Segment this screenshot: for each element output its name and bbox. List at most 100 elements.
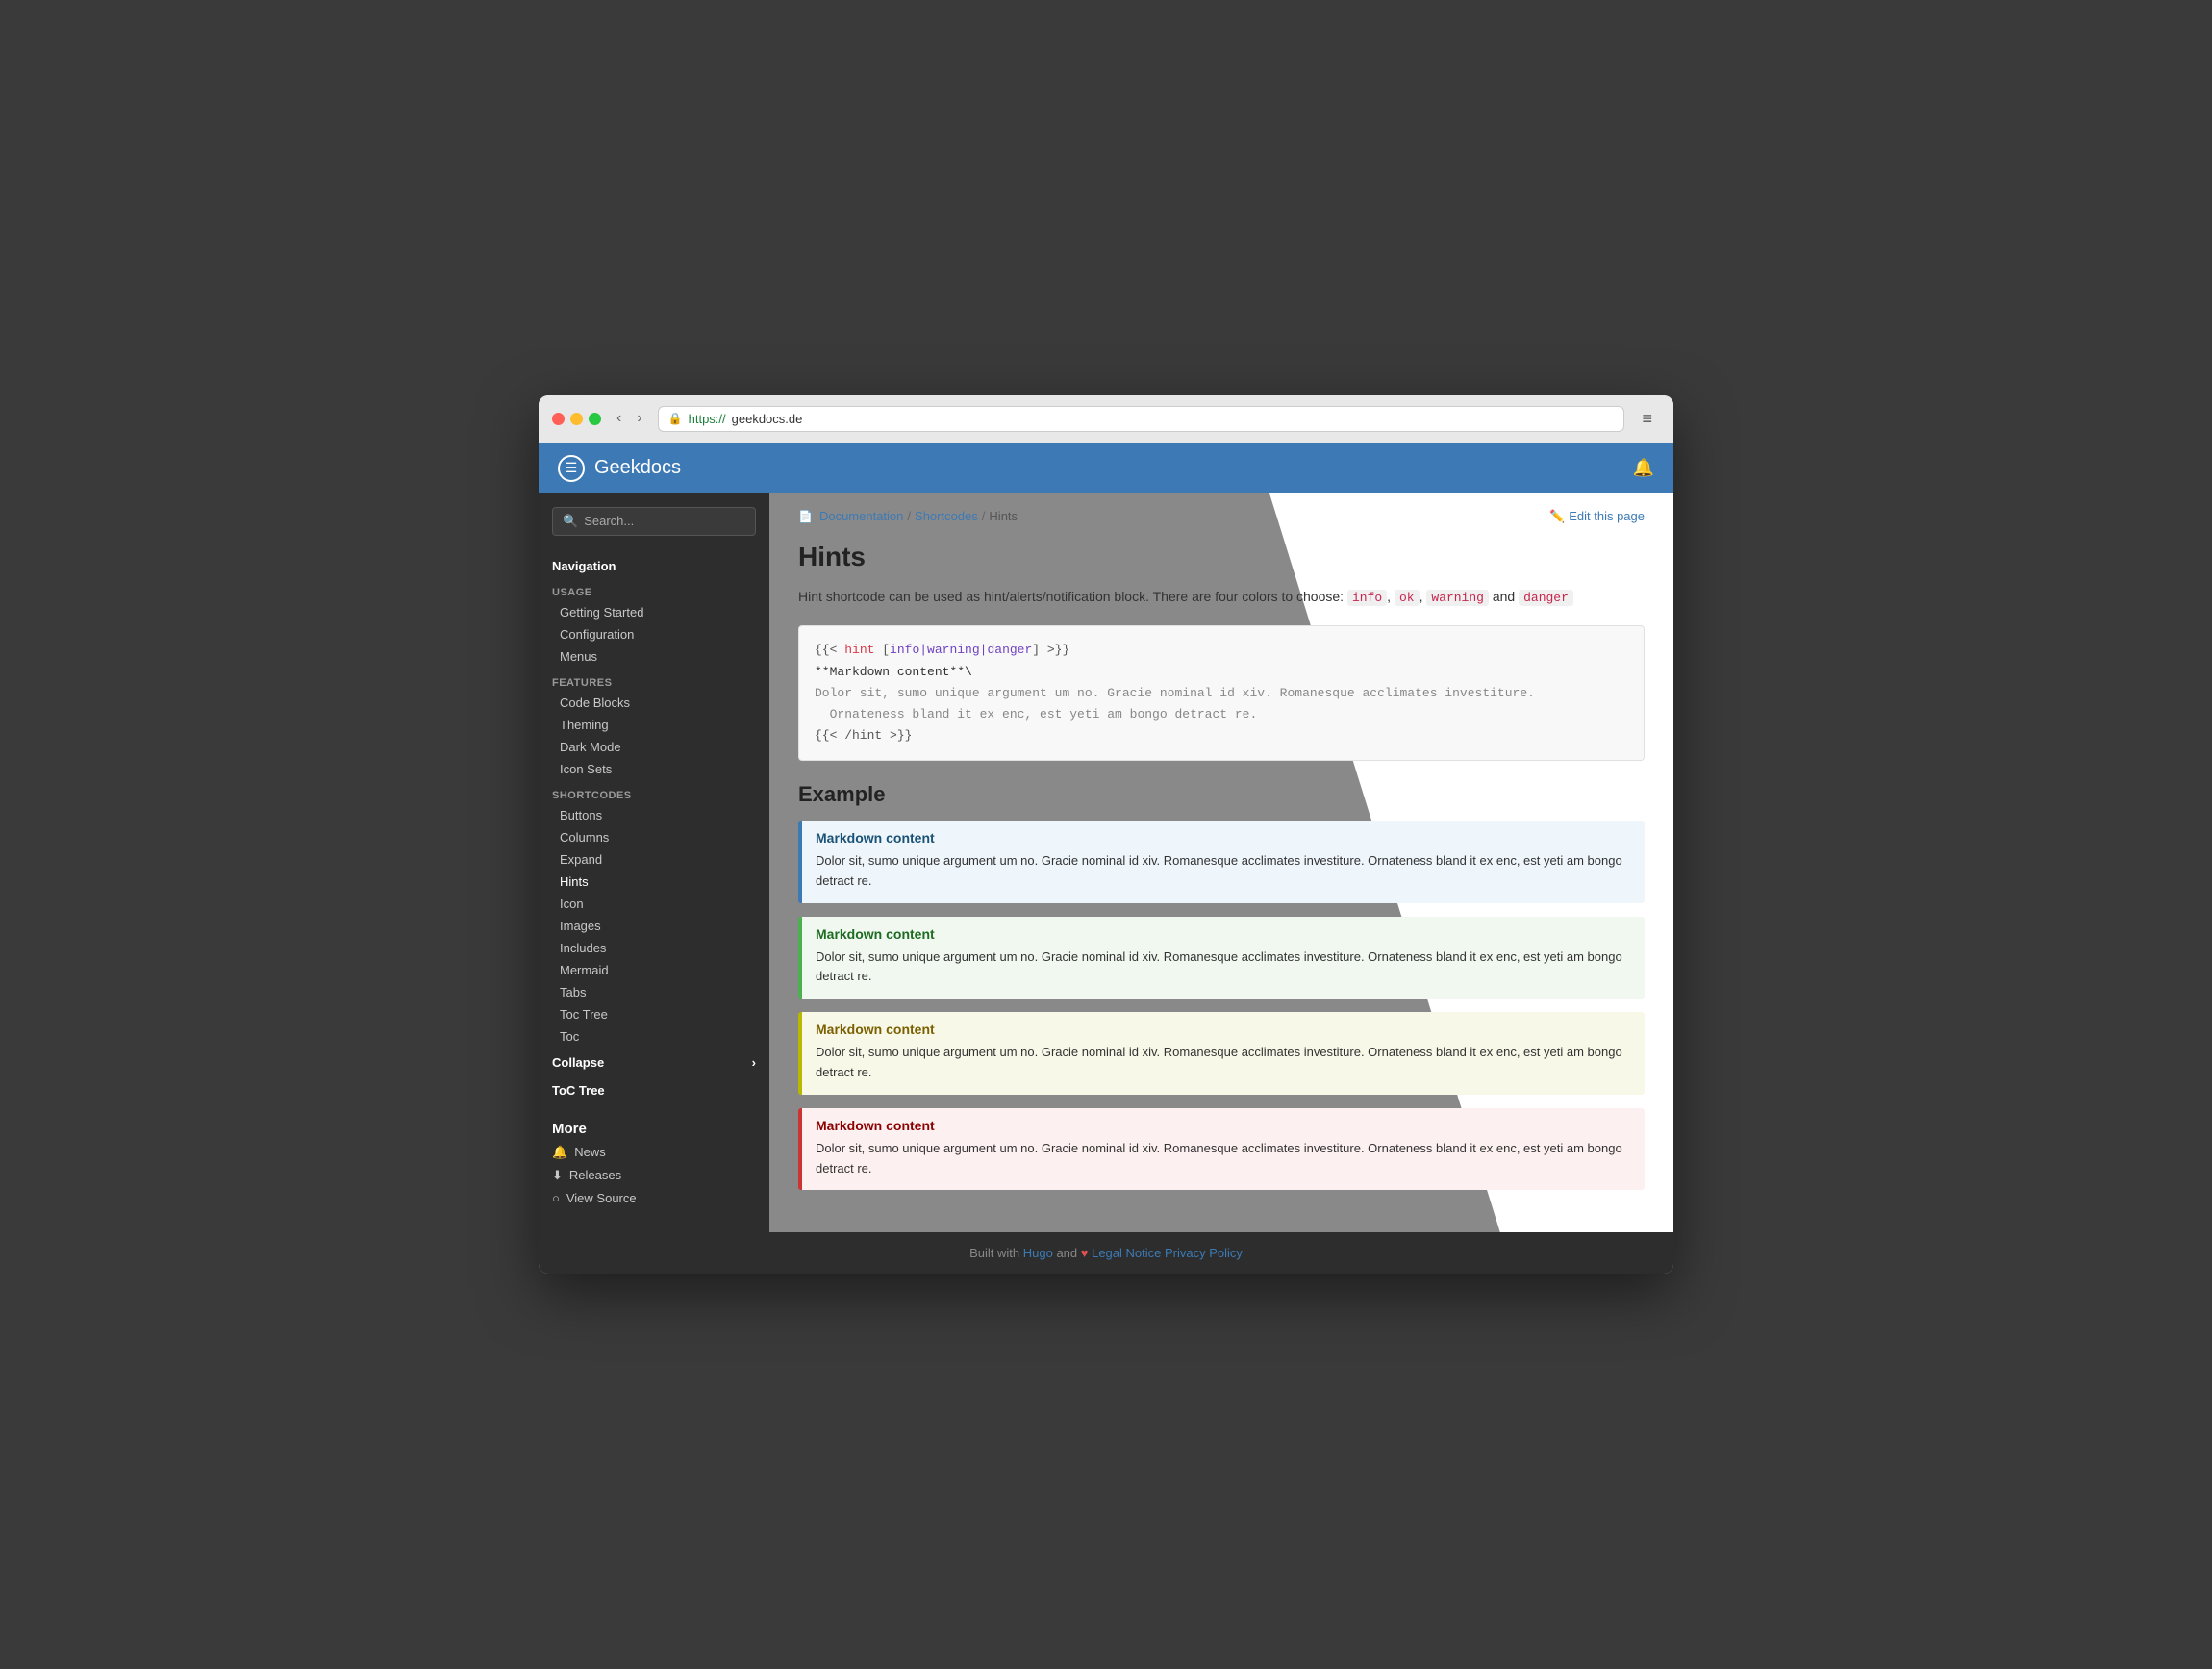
footer-legal-link[interactable]: Legal Notice	[1092, 1246, 1161, 1260]
browser-menu-button[interactable]: ≡	[1634, 405, 1660, 433]
collapse-icon: ›	[752, 1055, 756, 1070]
sidebar-item-toc[interactable]: Toc	[539, 1025, 769, 1048]
page-title: Hints	[798, 542, 1645, 572]
url-https: https://	[689, 412, 726, 426]
sidebar-item-configuration[interactable]: Configuration	[539, 623, 769, 645]
nav-section-title: Navigation	[539, 551, 769, 577]
more-item-view-source[interactable]: ○ View Source	[539, 1187, 769, 1209]
footer-heart-icon: ♥	[1081, 1246, 1089, 1260]
footer-privacy-link[interactable]: Privacy Policy	[1165, 1246, 1243, 1260]
hint-box-warning: Markdown content Dolor sit, sumo unique …	[798, 1012, 1645, 1095]
sidebar-item-columns[interactable]: Columns	[539, 826, 769, 848]
breadcrumb-doc-icon: 📄	[798, 510, 813, 523]
features-group-label: Features	[539, 668, 769, 692]
footer-and: and	[1056, 1246, 1080, 1260]
breadcrumb-current: Hints	[989, 509, 1018, 523]
news-icon: 🔔	[552, 1145, 567, 1160]
logo-icon: ☰	[558, 455, 585, 482]
sidebar-item-code-blocks[interactable]: Code Blocks	[539, 692, 769, 714]
code-line-4: Ornateness bland it ex enc, est yeti am …	[815, 704, 1628, 725]
traffic-light-green[interactable]	[589, 413, 601, 425]
sidebar: 🔍 Search... Navigation Usage Getting Sta…	[539, 493, 769, 1233]
sidebar-item-images[interactable]: Images	[539, 915, 769, 937]
breadcrumb-nav: 📄 Documentation / Shortcodes / Hints	[798, 509, 1018, 523]
sidebar-item-mermaid[interactable]: Mermaid	[539, 959, 769, 981]
search-icon: 🔍	[563, 514, 578, 529]
sidebar-item-icon-sets[interactable]: Icon Sets	[539, 758, 769, 780]
sidebar-item-tabs[interactable]: Tabs	[539, 981, 769, 1003]
shortcodes-group-label: Shortcodes	[539, 780, 769, 804]
more-section: More 🔔 News ⬇ Releases ○ View Source	[539, 1113, 769, 1209]
code-inline-danger: danger	[1519, 590, 1573, 606]
forward-button[interactable]: ›	[631, 408, 647, 429]
edit-page-link[interactable]: ✏️ Edit this page	[1549, 509, 1645, 524]
browser-window: ‹ › 🔒 https:// geekdocs.de ≡ ☰ Geekdocs 🔔…	[539, 395, 1673, 1275]
traffic-light-red[interactable]	[552, 413, 565, 425]
sidebar-toc-tree-section[interactable]: ToC Tree	[539, 1077, 769, 1103]
hint-box-danger-body: Dolor sit, sumo unique argument um no. G…	[802, 1139, 1645, 1191]
breadcrumb-shortcodes[interactable]: Shortcodes	[915, 509, 978, 523]
sidebar-item-icon[interactable]: Icon	[539, 893, 769, 915]
view-source-icon: ○	[552, 1191, 560, 1205]
sidebar-item-expand[interactable]: Expand	[539, 848, 769, 871]
breadcrumb-documentation[interactable]: Documentation	[819, 509, 903, 523]
hint-box-danger-header: Markdown content	[802, 1108, 1645, 1139]
more-title: More	[539, 1113, 769, 1141]
traffic-lights	[552, 413, 601, 425]
code-block: {{< hint [info|warning|danger] >}} **Mar…	[798, 625, 1645, 760]
releases-label: Releases	[569, 1168, 621, 1182]
hint-box-info-header: Markdown content	[802, 821, 1645, 851]
footer-hugo-link[interactable]: Hugo	[1023, 1246, 1053, 1260]
sidebar-item-toc-tree[interactable]: Toc Tree	[539, 1003, 769, 1025]
breadcrumb-sep-2: /	[982, 509, 986, 523]
edit-icon: ✏️	[1549, 509, 1565, 524]
sidebar-item-menus[interactable]: Menus	[539, 645, 769, 668]
code-inline-info: info	[1347, 590, 1387, 606]
hint-box-ok: Markdown content Dolor sit, sumo unique …	[798, 917, 1645, 999]
header-settings-icon[interactable]: 🔔	[1633, 458, 1654, 478]
search-box[interactable]: 🔍 Search...	[552, 507, 756, 536]
address-bar[interactable]: 🔒 https:// geekdocs.de	[658, 406, 1625, 432]
hint-box-warning-body: Dolor sit, sumo unique argument um no. G…	[802, 1043, 1645, 1095]
sidebar-collapse[interactable]: Collapse ›	[539, 1048, 769, 1077]
hint-box-ok-header: Markdown content	[802, 917, 1645, 948]
lock-icon: 🔒	[668, 412, 683, 425]
news-label: News	[574, 1145, 606, 1159]
hint-box-info: Markdown content Dolor sit, sumo unique …	[798, 821, 1645, 903]
usage-group-label: Usage	[539, 577, 769, 601]
traffic-light-yellow[interactable]	[570, 413, 583, 425]
hint-box-warning-header: Markdown content	[802, 1012, 1645, 1043]
code-line-2: **Markdown content**\	[815, 662, 1628, 683]
sidebar-item-hints[interactable]: Hints	[539, 871, 769, 893]
code-line-1: {{< hint [info|warning|danger] >}}	[815, 640, 1628, 661]
hint-box-danger: Markdown content Dolor sit, sumo unique …	[798, 1108, 1645, 1191]
search-placeholder: Search...	[584, 514, 634, 528]
intro-text: Hint shortcode can be used as hint/alert…	[798, 586, 1645, 609]
site-logo[interactable]: ☰ Geekdocs	[558, 455, 681, 482]
nav-buttons: ‹ ›	[611, 408, 648, 429]
sidebar-item-getting-started[interactable]: Getting Started	[539, 601, 769, 623]
content-area: 📄 Documentation / Shortcodes / Hints ✏️ …	[769, 493, 1673, 1233]
example-title: Example	[798, 782, 1645, 807]
back-button[interactable]: ‹	[611, 408, 627, 429]
site-footer: Built with Hugo and ♥ Legal Notice Priva…	[539, 1232, 1673, 1274]
code-line-3: Dolor sit, sumo unique argument um no. G…	[815, 683, 1628, 704]
sidebar-item-includes[interactable]: Includes	[539, 937, 769, 959]
more-item-releases[interactable]: ⬇ Releases	[539, 1164, 769, 1187]
logo-text: Geekdocs	[594, 457, 681, 479]
hint-box-info-body: Dolor sit, sumo unique argument um no. G…	[802, 851, 1645, 903]
site-header: ☰ Geekdocs 🔔	[539, 443, 1673, 493]
hint-box-ok-body: Dolor sit, sumo unique argument um no. G…	[802, 948, 1645, 999]
breadcrumb-sep-1: /	[907, 509, 911, 523]
url-rest: geekdocs.de	[732, 412, 803, 426]
view-source-label: View Source	[566, 1191, 637, 1205]
sidebar-item-buttons[interactable]: Buttons	[539, 804, 769, 826]
sidebar-item-theming[interactable]: Theming	[539, 714, 769, 736]
more-item-news[interactable]: 🔔 News	[539, 1141, 769, 1164]
code-inline-warning: warning	[1426, 590, 1489, 606]
code-inline-ok: ok	[1395, 590, 1420, 606]
sidebar-item-dark-mode[interactable]: Dark Mode	[539, 736, 769, 758]
breadcrumb: 📄 Documentation / Shortcodes / Hints ✏️ …	[798, 509, 1645, 524]
footer-built-with: Built with	[969, 1246, 1019, 1260]
main-layout: 🔍 Search... Navigation Usage Getting Sta…	[539, 493, 1673, 1233]
